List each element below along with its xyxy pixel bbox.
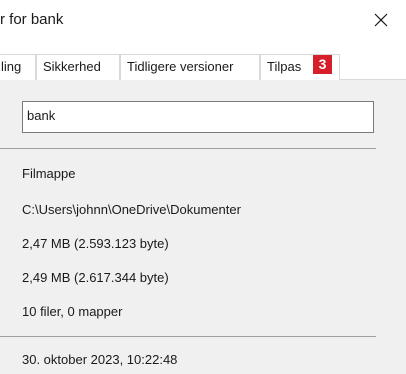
- annotation-badge: 3: [313, 55, 332, 74]
- folder-name-field[interactable]: bank: [22, 101, 374, 133]
- size-value: 2,47 MB (2.593.123 byte): [22, 236, 169, 251]
- size-on-disk-value: 2,49 MB (2.617.344 byte): [22, 270, 169, 285]
- window-title: r for bank: [0, 11, 64, 28]
- location-value: C:\Users\johnn\OneDrive\Dokumenter: [22, 202, 241, 217]
- close-icon: [374, 13, 388, 27]
- tab-previous-versions[interactable]: Tidligere versioner: [120, 54, 260, 80]
- close-button[interactable]: [366, 6, 396, 34]
- title-bar: r for bank: [0, 0, 406, 44]
- contains-value: 10 filer, 0 mapper: [22, 304, 123, 319]
- type-value: Filmappe: [22, 166, 76, 181]
- tab-sharing[interactable]: ling: [0, 54, 36, 80]
- tab-strip: ling Sikkerhed Tidligere versioner Tilpa…: [0, 44, 406, 80]
- separator: [0, 336, 376, 337]
- created-value: 30. oktober 2023, 10:22:48: [22, 352, 178, 367]
- tab-security[interactable]: Sikkerhed: [36, 54, 120, 80]
- separator: [0, 148, 376, 149]
